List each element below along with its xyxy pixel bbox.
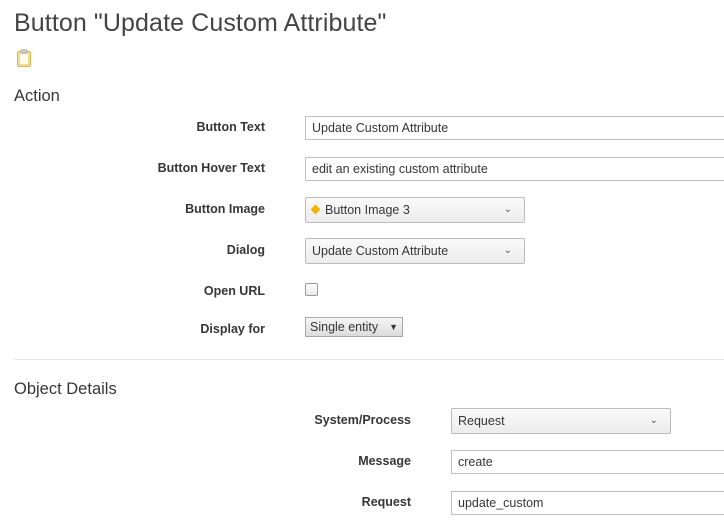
- dialog-label: Dialog: [226, 243, 265, 257]
- hover-text-input[interactable]: edit an existing custom attribute: [305, 157, 724, 181]
- chevron-down-icon: ⌄: [503, 245, 512, 256]
- system-process-value: Request: [458, 414, 505, 428]
- button-image-dropdown[interactable]: Button Image 3 ⌄: [305, 197, 525, 223]
- button-text-input[interactable]: Update Custom Attribute: [305, 116, 724, 140]
- dialog-dropdown[interactable]: Update Custom Attribute ⌄: [305, 238, 525, 264]
- system-process-label: System/Process: [314, 413, 411, 427]
- display-for-select[interactable]: Single entity ▼: [305, 317, 403, 337]
- triangle-down-icon: ▼: [389, 322, 398, 332]
- open-url-label: Open URL: [203, 284, 265, 298]
- diamond-icon: [310, 204, 321, 215]
- request-label: Request: [361, 495, 411, 509]
- button-image-label: Button Image: [185, 202, 265, 216]
- message-label: Message: [358, 454, 411, 468]
- button-image-value: Button Image 3: [325, 203, 410, 217]
- display-for-label: Display for: [200, 322, 265, 336]
- page-title: Button "Update Custom Attribute": [14, 9, 387, 37]
- system-process-dropdown[interactable]: Request ⌄: [451, 408, 671, 434]
- button-text-label: Button Text: [196, 120, 265, 134]
- section-divider: [14, 359, 724, 360]
- clipboard-icon: [17, 49, 31, 67]
- open-url-checkbox[interactable]: [305, 283, 318, 296]
- dialog-value: Update Custom Attribute: [312, 244, 449, 258]
- display-for-value: Single entity: [310, 320, 379, 334]
- chevron-down-icon: ⌄: [503, 204, 512, 215]
- section-title-action: Action: [14, 87, 60, 105]
- chevron-down-icon: ⌄: [649, 415, 658, 426]
- request-input[interactable]: update_custom: [451, 491, 724, 515]
- section-title-object-details: Object Details: [14, 380, 117, 398]
- message-input[interactable]: create: [451, 450, 724, 474]
- hover-text-label: Button Hover Text: [157, 161, 265, 175]
